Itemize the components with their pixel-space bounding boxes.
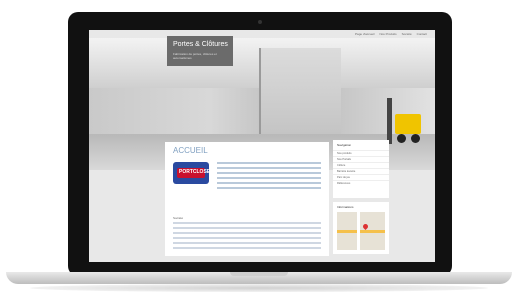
sidebar-navigation: Navigation Nos produits Nos Portails Clô…: [333, 140, 389, 198]
laptop-shadow: [30, 284, 488, 292]
location-map[interactable]: [337, 212, 385, 250]
nav-link-contact[interactable]: Contact: [417, 32, 427, 36]
nav-link-products[interactable]: Nos Produits: [379, 32, 396, 36]
site-tagline: Fabrication de portes, clôtures et autom…: [173, 52, 217, 60]
camera-icon: [258, 20, 262, 24]
page-heading: ACCUEIL: [173, 146, 208, 155]
forklift-image: [385, 96, 425, 146]
nav-link-company[interactable]: Société: [402, 32, 412, 36]
brand-box[interactable]: Portes & Clôtures Fabrication de portes,…: [167, 36, 233, 66]
company-logo: PORTCLOSE: [173, 162, 211, 184]
site-title: Portes & Clôtures: [173, 41, 228, 48]
map-pin-icon: [361, 222, 370, 231]
contact-details: [217, 162, 321, 192]
website-screen: Page d'accueil Nos Produits Société Cont…: [89, 30, 435, 262]
top-navigation: Page d'accueil Nos Produits Société Cont…: [355, 32, 427, 36]
logo-text: PORTCLOSE: [179, 169, 211, 175]
info-heading: Informations: [337, 205, 354, 209]
sidebar-heading: Navigation: [337, 143, 352, 147]
section-title: Société: [173, 216, 184, 220]
intro-paragraph: [173, 222, 321, 252]
nav-link-home[interactable]: Page d'accueil: [355, 32, 374, 36]
main-content: ACCUEIL PORTCLOSE Société: [165, 142, 329, 256]
sidebar-item[interactable]: Références: [333, 180, 389, 186]
info-panel: Informations: [333, 202, 389, 254]
laptop-notch: [230, 272, 288, 276]
